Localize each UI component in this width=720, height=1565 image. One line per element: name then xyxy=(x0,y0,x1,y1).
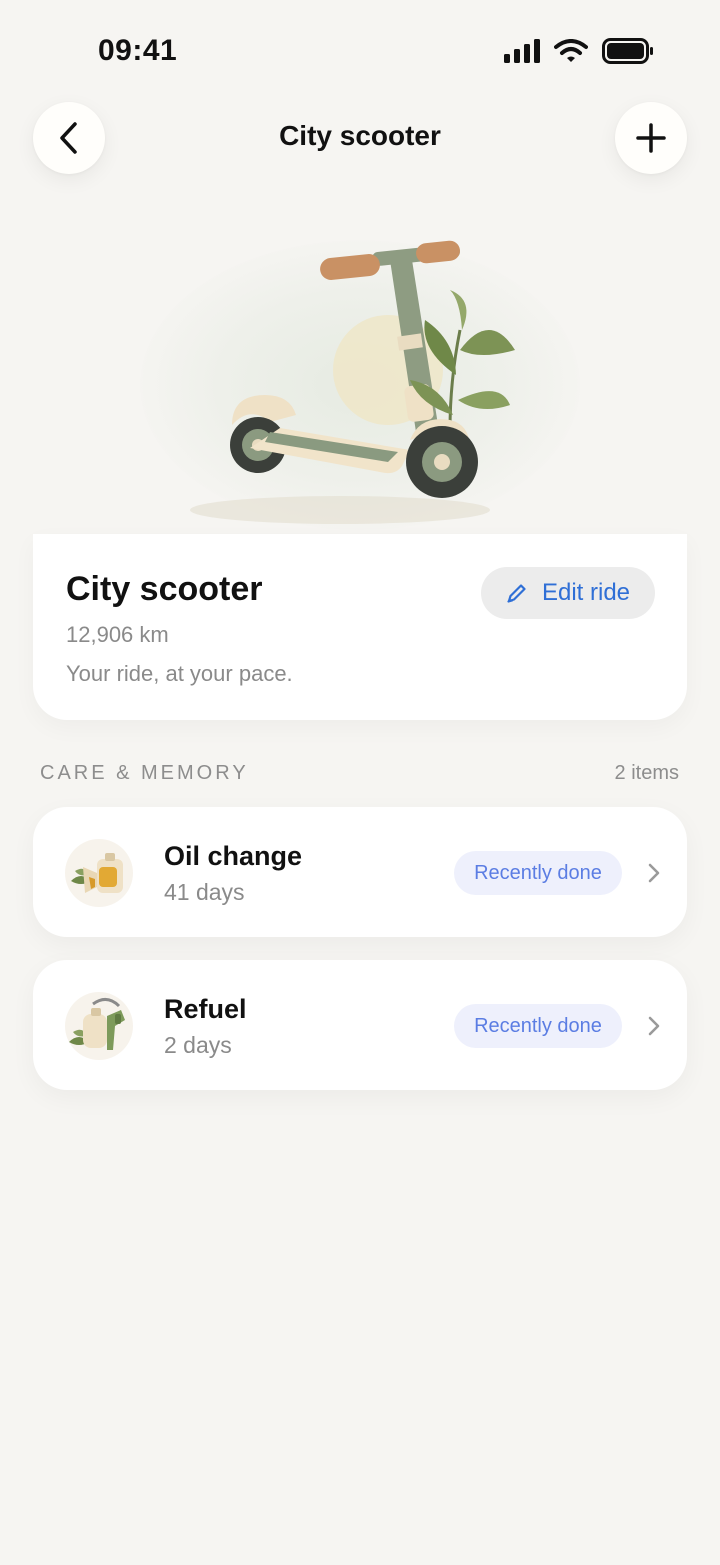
scooter-illustration xyxy=(190,240,515,524)
ride-tagline: Your ride, at your pace. xyxy=(66,661,293,686)
cellular-signal-icon xyxy=(504,39,540,63)
item-title: Oil change xyxy=(164,841,303,871)
status-badge: Recently done xyxy=(454,851,622,895)
edit-ride-button[interactable]: Edit ride xyxy=(481,567,655,619)
wifi-icon xyxy=(554,39,588,62)
chevron-right-icon xyxy=(648,1016,660,1036)
section-title: CARE & MEMORY xyxy=(40,762,249,784)
status-badge: Recently done xyxy=(454,1004,622,1048)
status-icons xyxy=(504,38,654,64)
care-item-oil-change[interactable]: Oil change 41 days Recently done xyxy=(33,807,687,937)
item-subtitle: 2 days xyxy=(164,1032,232,1058)
battery-icon xyxy=(602,38,653,64)
item-title: Refuel xyxy=(164,994,247,1024)
ride-name: City scooter xyxy=(66,570,263,608)
ride-distance: 12,906 km xyxy=(66,622,169,647)
status-time: 09:41 xyxy=(98,34,178,67)
section-count: 2 items xyxy=(614,762,679,784)
fuel-nozzle-icon xyxy=(65,992,133,1060)
scooter-hero xyxy=(120,200,600,540)
item-subtitle: 41 days xyxy=(164,879,245,905)
ride-card: City scooter 12,906 km Your ride, at you… xyxy=(33,534,687,720)
chevron-right-icon xyxy=(648,863,660,883)
pencil-icon xyxy=(507,584,526,603)
plus-icon xyxy=(636,123,666,153)
add-button[interactable] xyxy=(615,102,687,174)
status-bar: 09:41 xyxy=(0,0,720,100)
care-item-refuel[interactable]: Refuel 2 days Recently done xyxy=(33,960,687,1090)
page-title: City scooter xyxy=(279,120,441,151)
oil-can-icon xyxy=(65,839,133,907)
edit-ride-label: Edit ride xyxy=(541,579,631,606)
